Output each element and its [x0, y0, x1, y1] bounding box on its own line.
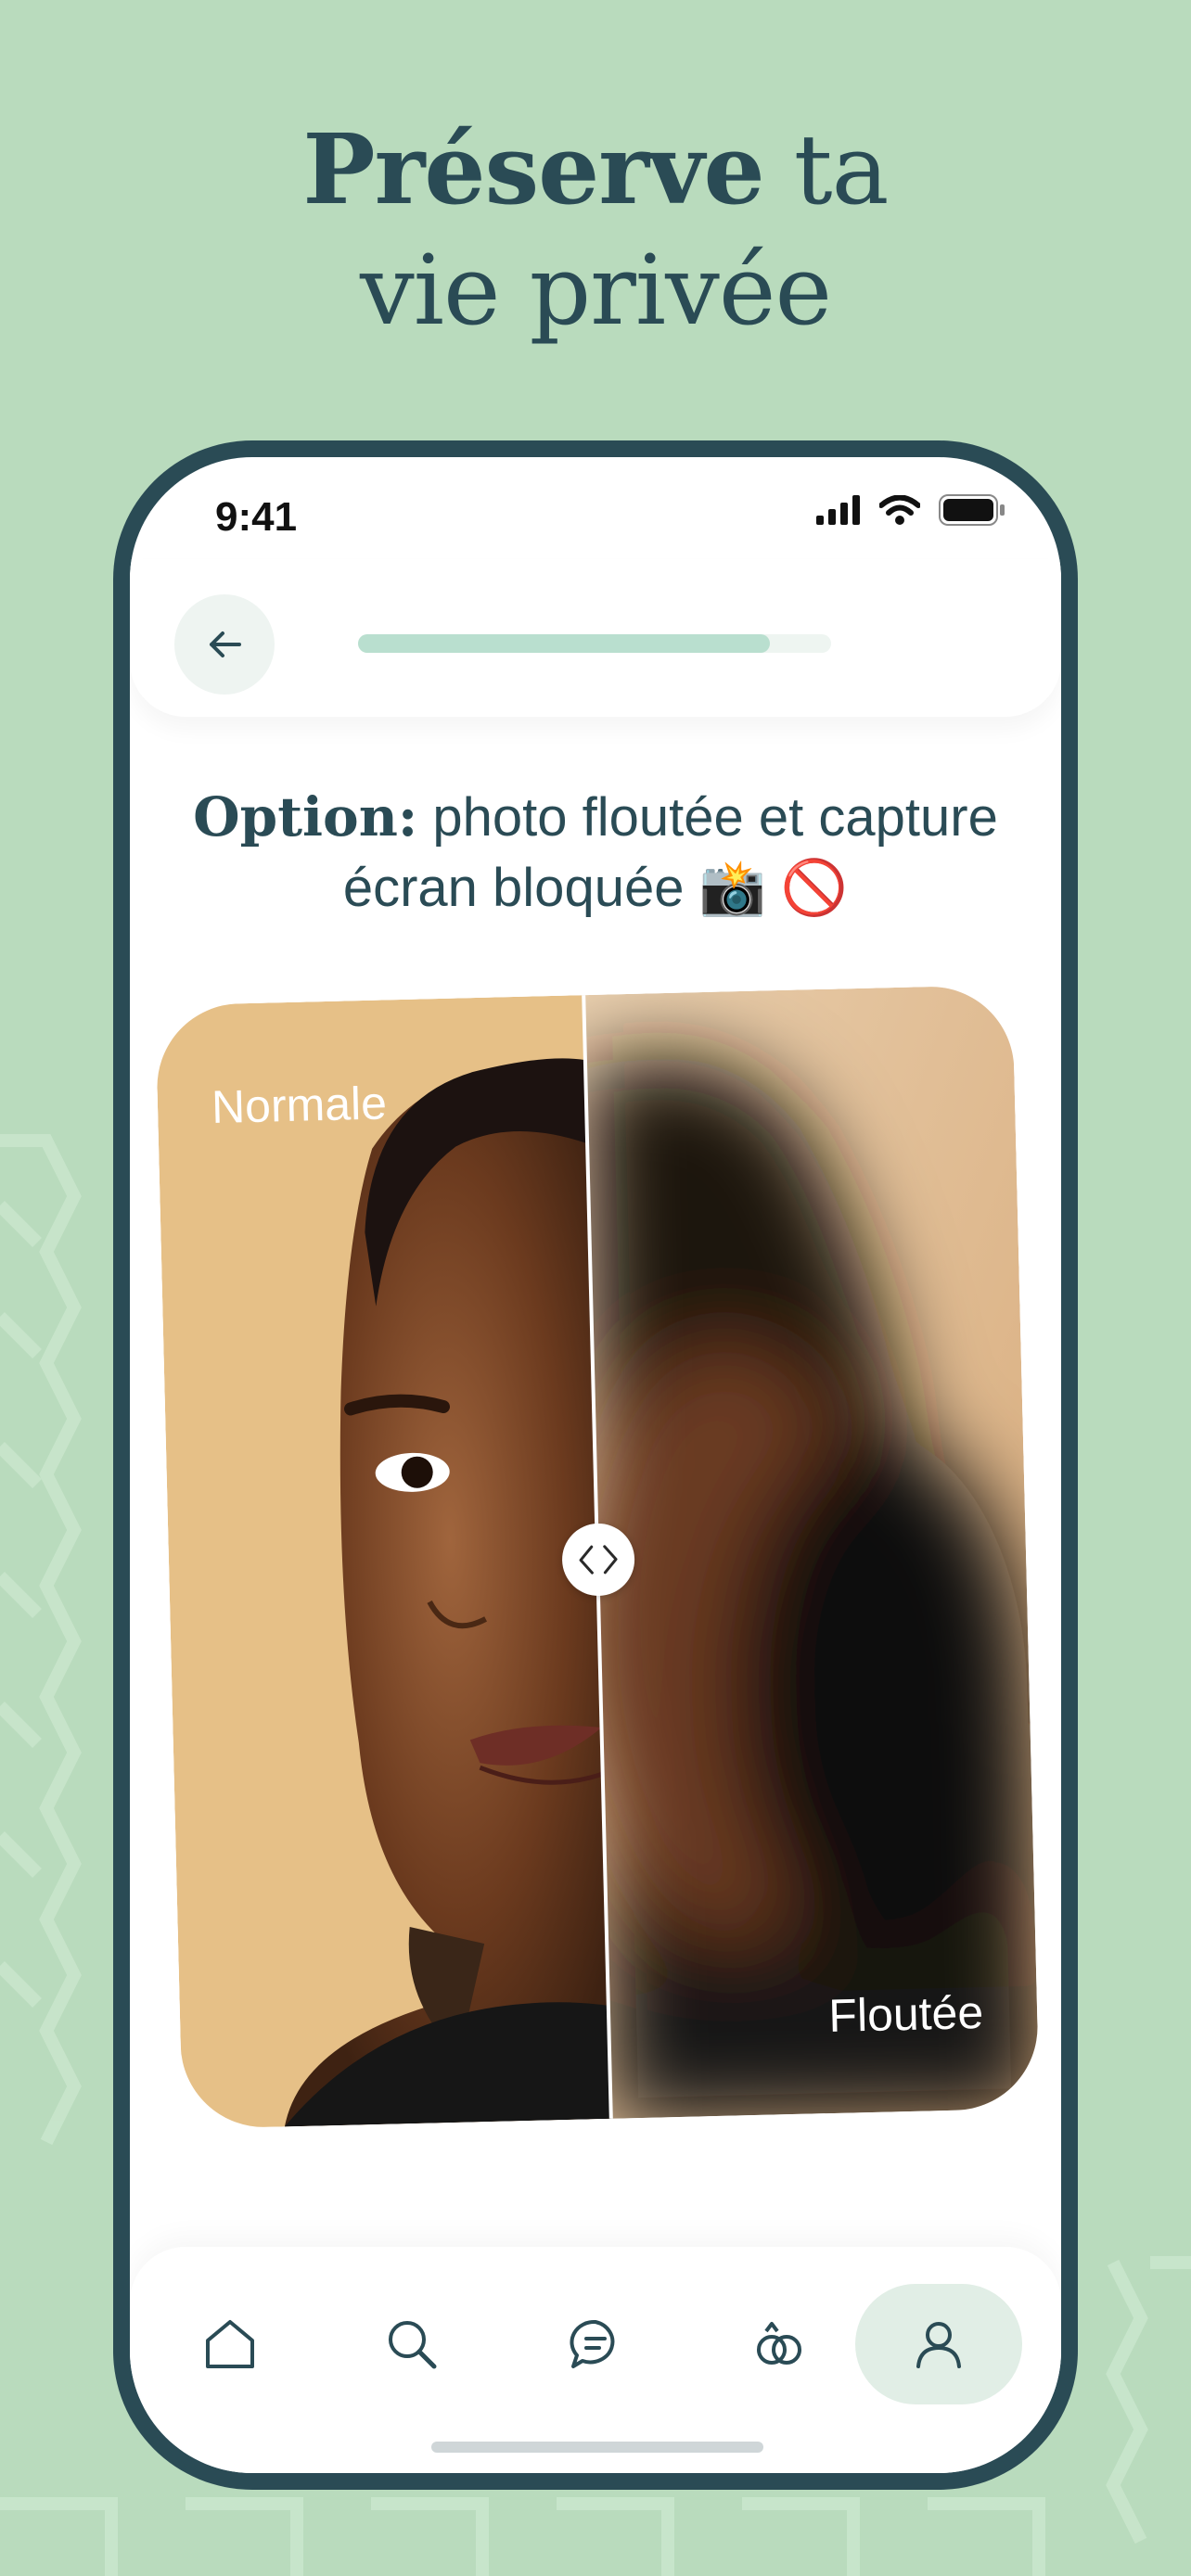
photo-normal — [155, 995, 611, 2130]
top-bar — [130, 559, 1061, 717]
headline: Préserve ta vie privée — [0, 109, 1191, 351]
tab-bar — [130, 2247, 1061, 2473]
profile-icon — [916, 2322, 961, 2368]
chat-icon — [570, 2319, 615, 2368]
tab-profile[interactable] — [855, 2284, 1022, 2404]
progress-fill — [358, 634, 770, 653]
status-bar: 9:41 — [130, 457, 1061, 559]
photo-blurred — [583, 984, 1040, 2119]
tab-matches[interactable] — [696, 2284, 863, 2404]
headline-bold: Préserve — [302, 112, 764, 226]
phone-screen: 9:41 Option: photo floutée et capture éc… — [130, 457, 1061, 2473]
home-indicator — [431, 2442, 763, 2453]
status-time: 9:41 — [215, 494, 298, 540]
phone-frame: 9:41 Option: photo floutée et capture éc… — [113, 440, 1078, 2490]
tab-search[interactable] — [328, 2284, 495, 2404]
status-icons — [816, 494, 1005, 526]
home-icon — [206, 2320, 254, 2368]
progress-bar — [358, 634, 831, 653]
headline-rest: ta — [763, 113, 890, 226]
back-button[interactable] — [174, 594, 275, 695]
label-blurred: Floutée — [827, 1985, 984, 2043]
option-description: Option: photo floutée et capture écran b… — [167, 782, 1024, 924]
headline-line-2: vie privée — [359, 234, 832, 347]
rings-icon — [757, 2322, 801, 2365]
arrow-left-icon — [210, 631, 241, 657]
battery-icon — [939, 494, 1005, 526]
tab-home[interactable] — [147, 2284, 314, 2404]
label-normal: Normale — [211, 1077, 388, 1134]
photo-comparison[interactable]: Normale Floutée — [155, 984, 1040, 2130]
option-text: photo floutée et capture écran bloquée 📸… — [342, 787, 998, 918]
search-icon — [389, 2321, 437, 2369]
signal-icon — [816, 495, 860, 525]
headline-line-1: Préserve ta — [0, 109, 1191, 230]
tab-messages[interactable] — [512, 2284, 679, 2404]
chevron-left-right-icon — [579, 1545, 618, 1575]
option-lead: Option: — [193, 785, 418, 848]
wifi-icon — [879, 495, 920, 525]
